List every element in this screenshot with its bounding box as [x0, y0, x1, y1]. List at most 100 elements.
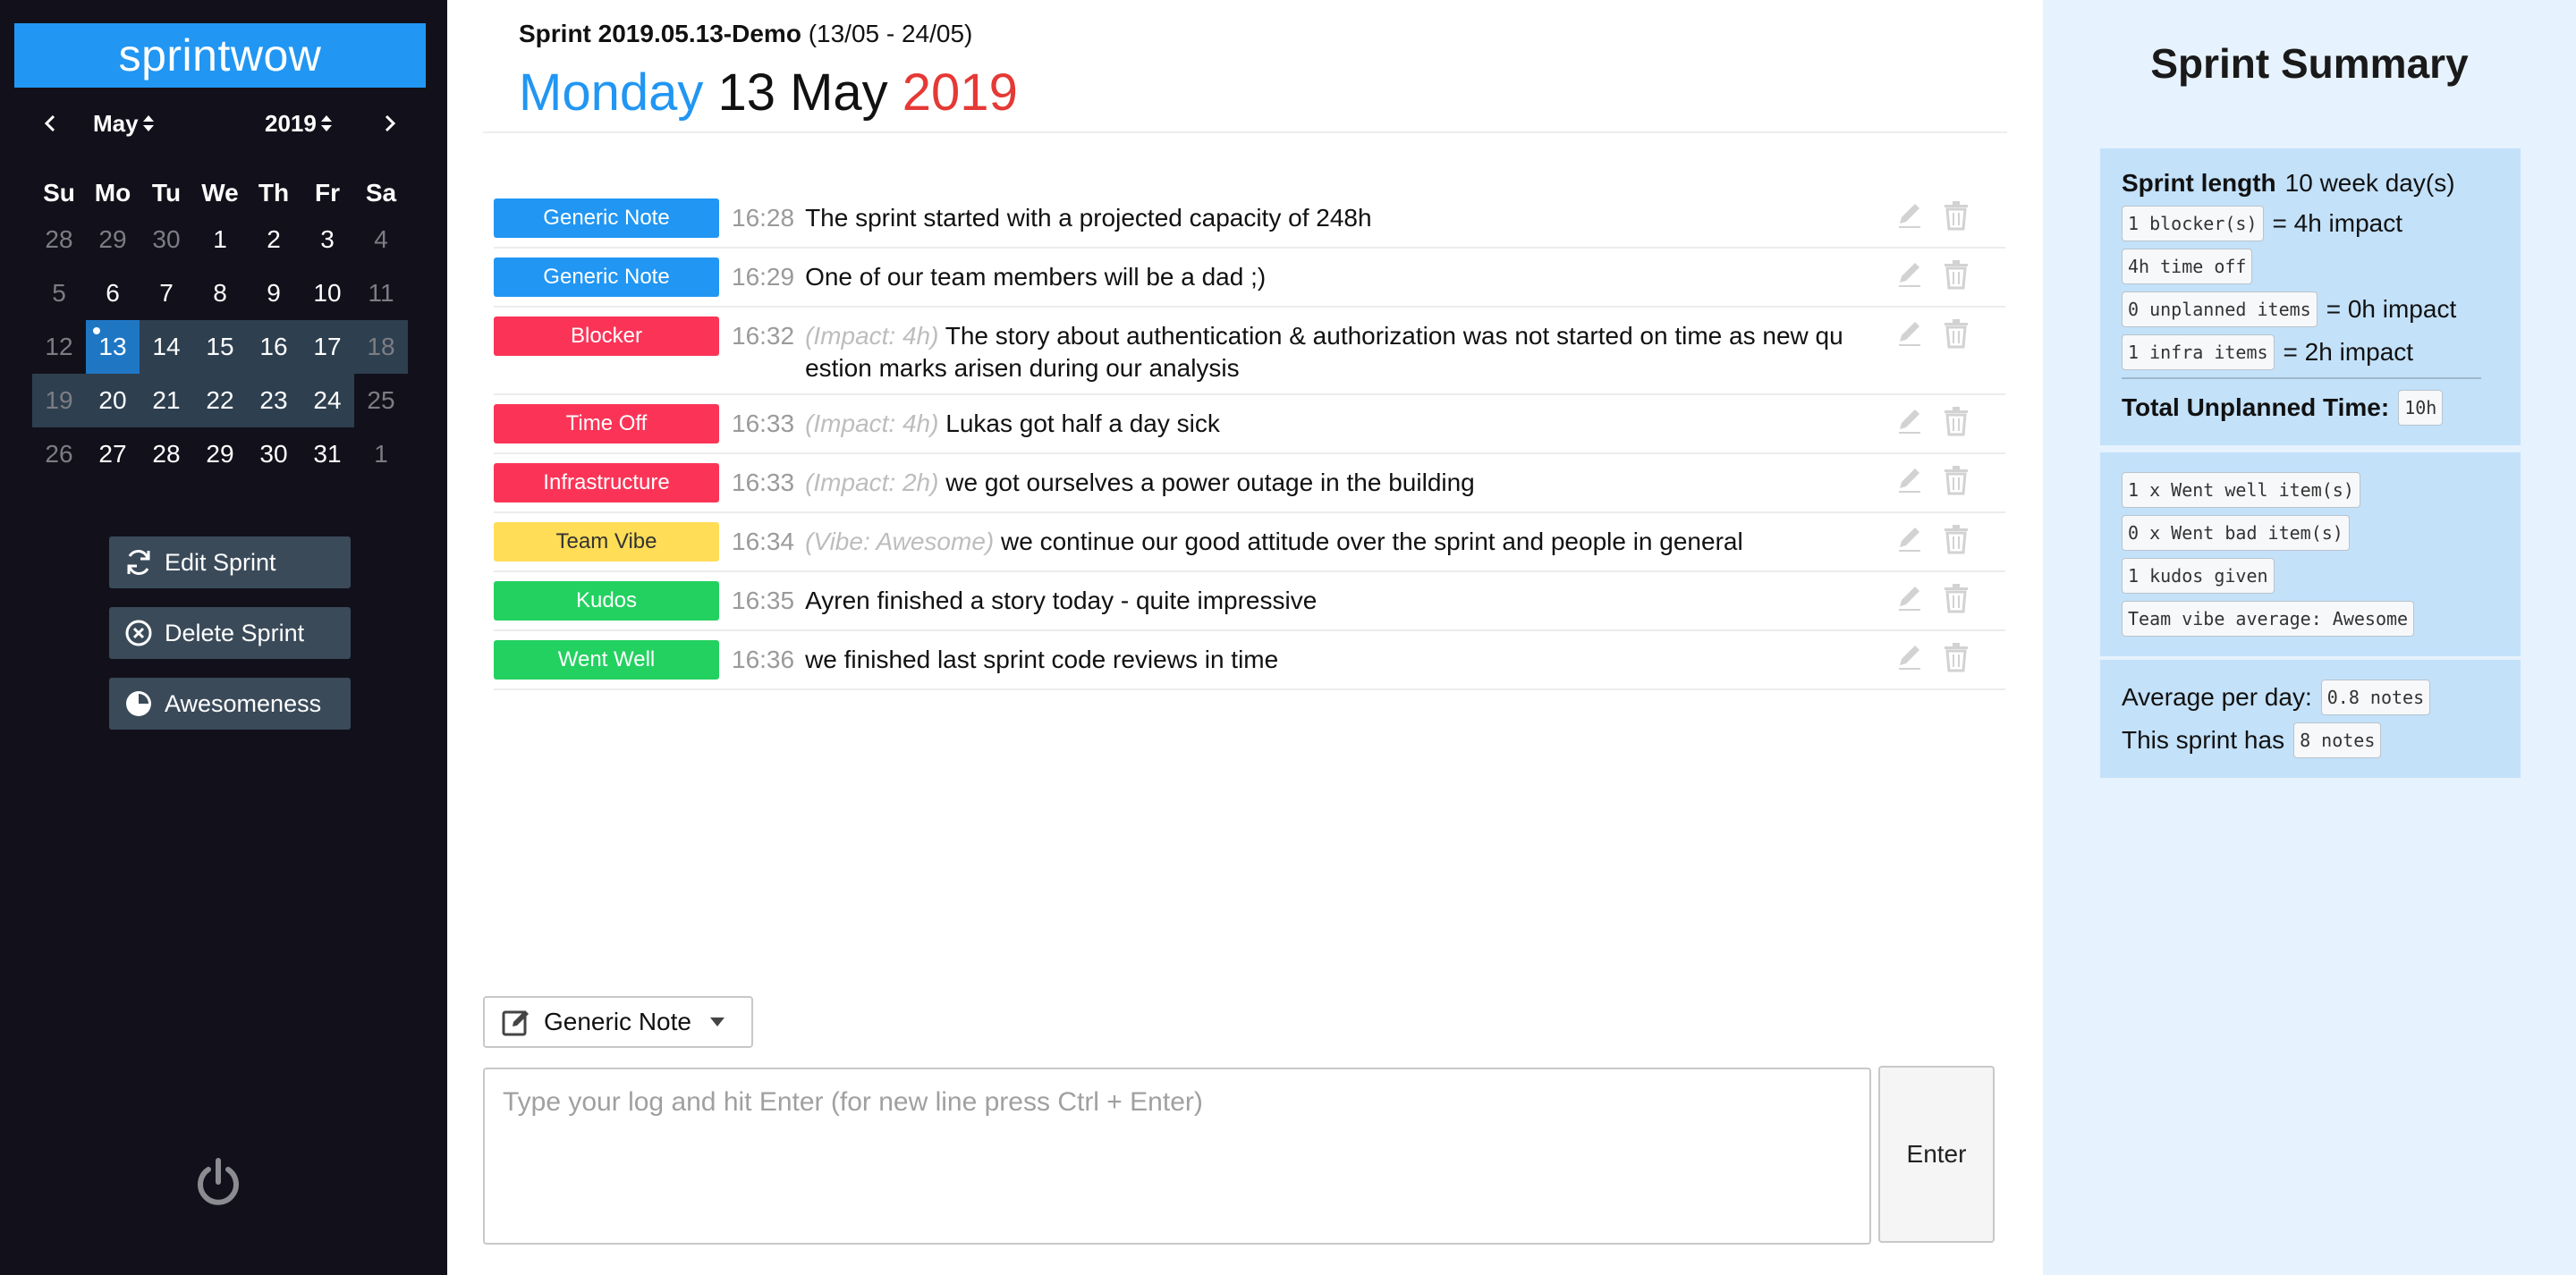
power-icon[interactable]	[191, 1155, 245, 1211]
pencil-icon[interactable]	[1896, 406, 1923, 436]
refresh-icon	[127, 550, 150, 575]
trash-icon[interactable]	[1943, 465, 1970, 495]
summary-title: Sprint Summary	[2150, 40, 2469, 87]
calendar-day[interactable]: 9	[247, 266, 301, 320]
calendar-day[interactable]: 10	[301, 266, 354, 320]
trash-icon[interactable]	[1943, 259, 1970, 290]
month-select-value: May	[93, 109, 139, 137]
calendar-day[interactable]: 6	[86, 266, 140, 320]
month-select[interactable]: May	[93, 106, 155, 141]
brand-logo[interactable]: sprintwow	[14, 23, 426, 88]
prev-month-button[interactable]	[32, 106, 68, 141]
infra-impact: = 2h impact	[2283, 338, 2414, 366]
calendar-day[interactable]: 21	[140, 374, 193, 427]
calendar-day[interactable]: 28	[140, 427, 193, 481]
calendar-day[interactable]: 31	[301, 427, 354, 481]
edit-sprint-button[interactable]: Edit Sprint	[109, 536, 351, 588]
calendar-day[interactable]: 23	[247, 374, 301, 427]
calendar-day[interactable]: 1	[354, 427, 408, 481]
log-entry: Went Well 16:36 we finished last sprint co…	[494, 631, 2005, 690]
pencil-icon[interactable]	[1896, 583, 1923, 613]
calendar-day[interactable]: 27	[86, 427, 140, 481]
calendar-day[interactable]: 24	[301, 374, 354, 427]
delete-sprint-button[interactable]: Delete Sprint	[109, 607, 351, 659]
vibe-row: Team vibe average: Awesome	[2122, 601, 2499, 637]
calendar-day[interactable]: 18	[354, 320, 408, 374]
calendar-day[interactable]: 25	[354, 374, 408, 427]
calendar-day[interactable]: 19	[32, 374, 86, 427]
pie-chart-icon	[126, 691, 151, 716]
calendar-day[interactable]: 29	[193, 427, 247, 481]
pencil-icon[interactable]	[1896, 259, 1923, 290]
log-entry: Generic Note 16:29 One of our team members…	[494, 249, 2005, 308]
trash-icon[interactable]	[1943, 406, 1970, 436]
log-actions	[1896, 406, 1970, 436]
calendar-day[interactable]: 26	[32, 427, 86, 481]
log-type-badge: Time Off	[494, 404, 719, 443]
calendar-day[interactable]: 12	[32, 320, 86, 374]
delete-sprint-label: Delete Sprint	[165, 619, 305, 646]
pencil-icon[interactable]	[1896, 200, 1923, 231]
calendar-week: 28 29 30 1 2 3 4	[32, 213, 408, 266]
unplanned-card: Sprint length 10 week day(s) 1 blocker(s…	[2100, 148, 2521, 445]
sort-updown-icon	[142, 115, 154, 131]
calendar-day[interactable]: 16	[247, 320, 301, 374]
note-count-label: This sprint has	[2122, 726, 2285, 754]
year-select[interactable]: 2019	[265, 106, 333, 141]
calendar-day[interactable]: 28	[32, 213, 86, 266]
calendar-day[interactable]: 14	[140, 320, 193, 374]
weekday-label: Tu	[151, 179, 182, 207]
weekday-label: We	[201, 179, 239, 207]
log-entry: Infrastructure 16:33 (Impact: 2h) we got o…	[494, 454, 2005, 513]
trash-icon[interactable]	[1943, 524, 1970, 554]
chevron-right-icon	[385, 114, 396, 132]
kudos-count: 1 kudos given	[2122, 558, 2275, 594]
calendar-day[interactable]: 3	[301, 213, 354, 266]
log-text: The sprint started with a projected capa…	[805, 204, 1372, 232]
calendar-day[interactable]: 30	[140, 213, 193, 266]
retro-card: 1 x Went well item(s) 0 x Went bad item(…	[2100, 452, 2521, 656]
calendar-day[interactable]: 20	[86, 374, 140, 427]
note-type-dropdown[interactable]: Generic Note	[483, 996, 753, 1048]
trash-icon[interactable]	[1943, 642, 1970, 672]
pencil-icon[interactable]	[1896, 524, 1923, 554]
calendar-day[interactable]: 4	[354, 213, 408, 266]
total-unplanned-row: Total Unplanned Time: 10h	[2122, 390, 2499, 426]
trash-icon[interactable]	[1943, 200, 1970, 231]
calendar-day[interactable]: 22	[193, 374, 247, 427]
calendar-day[interactable]: 30	[247, 427, 301, 481]
log-time: 16:36	[732, 646, 795, 673]
log-input[interactable]	[483, 1068, 1871, 1245]
calendar-day[interactable]: 15	[193, 320, 247, 374]
calendar-day[interactable]: 8	[193, 266, 247, 320]
calendar-day[interactable]: 7	[140, 266, 193, 320]
sprint-length-label: Sprint length	[2122, 169, 2276, 197]
calendar-day[interactable]: 29	[86, 213, 140, 266]
enter-button[interactable]: Enter	[1878, 1066, 1995, 1243]
log-actions	[1896, 524, 1970, 554]
calendar-day[interactable]: 17	[301, 320, 354, 374]
average-row: Average per day: 0.8 notes	[2122, 680, 2499, 715]
calendar-day[interactable]: 5	[32, 266, 86, 320]
awesomeness-button[interactable]: Awesomeness	[109, 678, 351, 730]
log-type-badge: Generic Note	[494, 258, 719, 297]
calendar-week: 19 20 21 22 23 24 25	[32, 374, 408, 427]
trash-icon[interactable]	[1943, 583, 1970, 613]
pencil-icon[interactable]	[1896, 318, 1923, 349]
calendar-day[interactable]: 1	[193, 213, 247, 266]
next-month-button[interactable]	[372, 106, 408, 141]
pencil-icon[interactable]	[1896, 465, 1923, 495]
sidebar: sprintwow May 2019 Su Mo Tu We Th Fr Sa …	[0, 0, 447, 1275]
weekday-label: Fr	[315, 179, 340, 207]
log-actions	[1896, 465, 1970, 495]
calendar-day[interactable]: 11	[354, 266, 408, 320]
calendar-grid: Su Mo Tu We Th Fr Sa 28 29 30 1 2 3 4 5 …	[32, 173, 408, 481]
edit-sprint-label: Edit Sprint	[165, 548, 276, 576]
trash-icon[interactable]	[1943, 318, 1970, 349]
log-text: Lukas got half a day sick	[945, 410, 1220, 437]
log-message: One of our team members will be a dad ;)	[805, 261, 1852, 293]
calendar-day[interactable]: 2	[247, 213, 301, 266]
calendar-day-selected[interactable]: 13	[86, 320, 140, 374]
log-type-badge: Kudos	[494, 581, 719, 621]
pencil-icon[interactable]	[1896, 642, 1923, 672]
